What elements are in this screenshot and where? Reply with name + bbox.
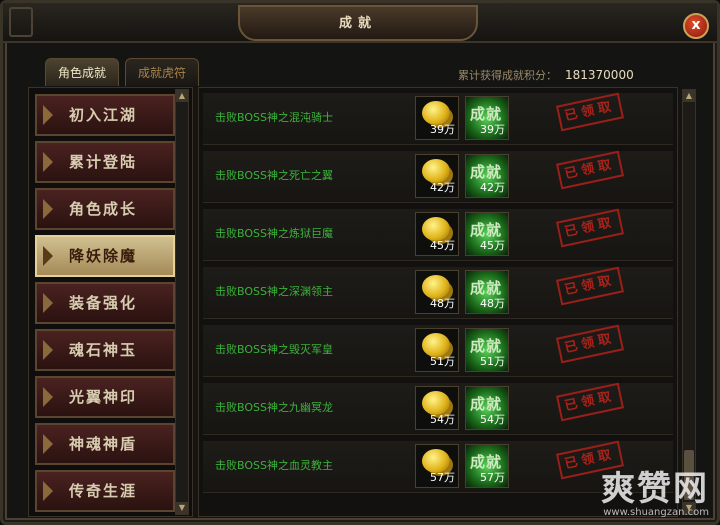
left-ornament: [9, 7, 33, 37]
achievement-name: 击败BOSS神之炼狱巨魔: [215, 227, 333, 240]
gold-reward-slot[interactable]: 54万: [415, 386, 459, 430]
gold-reward-amount: 51万: [430, 355, 455, 368]
close-button[interactable]: x: [683, 13, 709, 39]
category-item[interactable]: 传奇生涯: [35, 470, 175, 512]
tab-bar: 角色成就 成就虎符: [45, 58, 200, 86]
tab-character-achievements[interactable]: 角色成就: [45, 58, 120, 86]
gold-reward-slot[interactable]: 51万: [415, 328, 459, 372]
achievement-list: 击败BOSS神之混沌骑士 39万 成就 39万 已领取 击败BOSS神之死亡之翼…: [198, 87, 678, 517]
category-item[interactable]: 角色成长: [35, 188, 175, 230]
title-plate: 成就: [238, 5, 478, 41]
scroll-down-icon[interactable]: ▼: [176, 502, 188, 514]
achievement-name: 击败BOSS神之血灵教主: [215, 459, 333, 472]
achievement-row: 击败BOSS神之毁灭军皇 51万 成就 51万 已领取: [203, 324, 673, 377]
achievement-row: 击败BOSS神之死亡之翼 42万 成就 42万 已领取: [203, 150, 673, 203]
achievement-reward-slot[interactable]: 成就 45万: [465, 212, 509, 256]
claimed-stamp: 已领取: [555, 208, 625, 248]
achievement-points-amount: 48万: [480, 297, 505, 310]
achievement-reward-slot[interactable]: 成就 42万: [465, 154, 509, 198]
claimed-stamp: 已领取: [555, 92, 625, 132]
achievement-name: 击败BOSS神之死亡之翼: [215, 169, 333, 182]
achievement-window: 成就 x 角色成就 成就虎符 累计获得成就积分： 181370000 初入江湖 累…: [0, 0, 720, 525]
achievement-row: 击败BOSS神之混沌骑士 39万 成就 39万 已领取: [203, 92, 673, 145]
achievement-reward-slot[interactable]: 成就 39万: [465, 96, 509, 140]
gold-reward-slot[interactable]: 42万: [415, 154, 459, 198]
category-item[interactable]: 装备强化: [35, 282, 175, 324]
total-score: 累计获得成就积分： 181370000: [458, 67, 634, 83]
category-list: 初入江湖 累计登陆 角色成长 降妖除魔 装备强化 魂石神玉 光翼神印 神魂神盾 …: [28, 87, 193, 517]
gold-reward-slot[interactable]: 57万: [415, 444, 459, 488]
achievement-points-amount: 51万: [480, 355, 505, 368]
achievement-reward-slot[interactable]: 成就 51万: [465, 328, 509, 372]
title-bar: 成就 x: [3, 3, 717, 43]
claimed-stamp: 已领取: [555, 382, 625, 422]
category-scrollbar[interactable]: ▲ ▼: [175, 89, 189, 515]
category-item[interactable]: 初入江湖: [35, 94, 175, 136]
tab-achievement-tiger-talisman[interactable]: 成就虎符: [125, 58, 200, 86]
achievement-name: 击败BOSS神之深渊领主: [215, 285, 333, 298]
achievement-reward-slot[interactable]: 成就 57万: [465, 444, 509, 488]
total-score-value: 181370000: [565, 68, 634, 82]
achievement-row: 击败BOSS神之深渊领主 48万 成就 48万 已领取: [203, 266, 673, 319]
achievement-reward-slot[interactable]: 成就 54万: [465, 386, 509, 430]
gold-reward-amount: 42万: [430, 181, 455, 194]
achievement-points-amount: 57万: [480, 471, 505, 484]
gold-reward-amount: 54万: [430, 413, 455, 426]
achievement-reward-slot[interactable]: 成就 48万: [465, 270, 509, 314]
achievement-row: 击败BOSS神之九幽冥龙 54万 成就 54万 已领取: [203, 382, 673, 435]
scroll-up-icon[interactable]: ▲: [683, 90, 695, 102]
gold-reward-amount: 45万: [430, 239, 455, 252]
category-item[interactable]: 累计登陆: [35, 141, 175, 183]
category-item[interactable]: 神魂神盾: [35, 423, 175, 465]
category-item-selected[interactable]: 降妖除魔: [35, 235, 175, 277]
watermark-logo: 爽赞网: [601, 469, 709, 509]
gold-reward-amount: 48万: [430, 297, 455, 310]
scroll-up-icon[interactable]: ▲: [176, 90, 188, 102]
achievement-name: 击败BOSS神之混沌骑士: [215, 111, 333, 124]
watermark-url: www.shuangzan.com: [603, 507, 709, 518]
achievement-name: 击败BOSS神之九幽冥龙: [215, 401, 333, 414]
gold-reward-slot[interactable]: 45万: [415, 212, 459, 256]
claimed-stamp: 已领取: [555, 150, 625, 190]
achievement-scrollbar[interactable]: ▲ ▼: [682, 89, 696, 515]
category-item[interactable]: 魂石神玉: [35, 329, 175, 371]
achievement-row: 击败BOSS神之炼狱巨魔 45万 成就 45万 已领取: [203, 208, 673, 261]
gold-reward-amount: 39万: [430, 123, 455, 136]
watermark: 爽赞网 www.shuangzan.com: [601, 471, 709, 518]
category-item[interactable]: 光翼神印: [35, 376, 175, 418]
total-score-label: 累计获得成就积分：: [458, 69, 557, 82]
close-icon: x: [691, 17, 701, 33]
gold-reward-slot[interactable]: 39万: [415, 96, 459, 140]
window-title: 成就: [338, 16, 377, 31]
achievement-points-amount: 39万: [480, 123, 505, 136]
gold-reward-slot[interactable]: 48万: [415, 270, 459, 314]
achievement-points-amount: 42万: [480, 181, 505, 194]
achievement-name: 击败BOSS神之毁灭军皇: [215, 343, 333, 356]
achievement-points-amount: 54万: [480, 413, 505, 426]
achievement-points-amount: 45万: [480, 239, 505, 252]
gold-reward-amount: 57万: [430, 471, 455, 484]
claimed-stamp: 已领取: [555, 266, 625, 306]
claimed-stamp: 已领取: [555, 324, 625, 364]
